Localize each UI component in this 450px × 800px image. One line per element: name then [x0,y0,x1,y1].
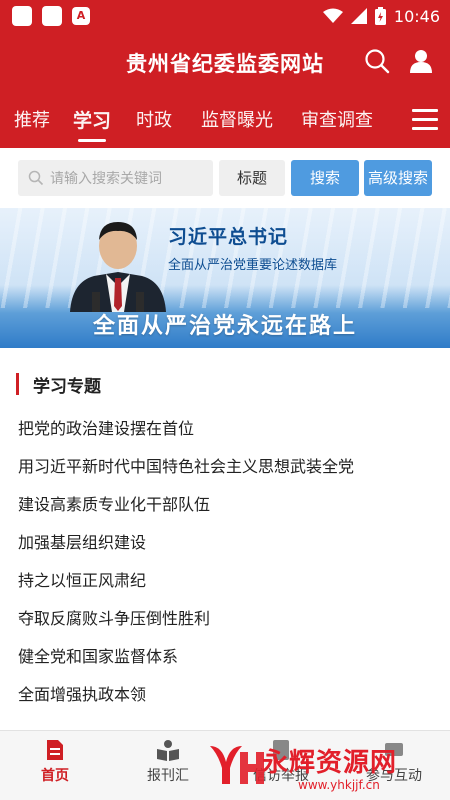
watermark-logo [210,746,264,784]
topic-link[interactable]: 用习近平新时代中国特色社会主义思想武装全党 [18,453,354,477]
nav-label: 报刊汇 [147,768,189,784]
advanced-search-button[interactable]: 高级搜索 [364,160,432,196]
topic-link[interactable]: 健全党和国家监督体系 [18,643,178,667]
watermark-text: 永辉资源网 [262,748,398,778]
watermark-url: www.yhkjjf.cn [298,778,380,792]
user-icon[interactable] [408,48,434,74]
app-header: A 10:46 贵州省纪委监委网站 推荐 学习 时政 监督曝光 审查调查 [0,0,450,148]
site-title: 贵州省纪委监委网站 [126,51,324,76]
home-doc-icon [47,740,63,760]
nav-newspapers[interactable]: 报刊汇 [123,739,213,785]
tab-supervision-exposure[interactable]: 监督曝光 [201,106,273,132]
feature-banner[interactable]: 习近平总书记 全面从严治党重要论述数据库 全面从严治党永远在路上 [0,208,450,348]
signal-icon [350,8,367,24]
tab-study[interactable]: 学习 [73,106,111,133]
status-indicators: 10:46 [322,5,440,27]
clock: 10:46 [393,6,440,26]
menu-icon[interactable] [412,109,438,131]
active-tab-indicator [78,139,106,142]
section-accent-bar [16,373,19,395]
notification-icon [42,6,62,26]
search-icon [28,170,44,186]
topic-link[interactable]: 持之以恒正风肃纪 [18,567,146,591]
notification-icon [12,6,32,26]
section-title: 学习专题 [33,376,101,397]
wifi-icon [322,8,343,23]
banner-subtitle: 全面从严治党重要论述数据库 [168,258,338,273]
tab-investigation[interactable]: 审查调查 [301,106,373,132]
watermark: 永辉资源网 www.yhkjjf.cn [204,742,450,800]
search-bar: 请输入搜索关键词 标题 搜索 高级搜索 [0,148,450,208]
search-scope-select[interactable]: 标题 [219,160,285,196]
banner-slogan: 全面从严治党永远在路上 [92,313,357,339]
topic-link[interactable]: 全面增强执政本领 [18,681,146,705]
section-header: 学习专题 [16,372,101,397]
banner-title: 习近平总书记 [168,226,289,248]
topic-link[interactable]: 把党的政治建设摆在首位 [18,415,194,439]
topic-link[interactable]: 建设高素质专业化干部队伍 [18,491,210,515]
notification-badge: A [72,7,90,25]
topic-link[interactable]: 夺取反腐败斗争压倒性胜利 [18,605,210,629]
battery-icon [374,7,386,25]
tab-recommend[interactable]: 推荐 [14,106,50,132]
book-reader-icon [157,740,179,761]
tab-current-affairs[interactable]: 时政 [136,106,172,132]
topic-link[interactable]: 加强基层组织建设 [18,529,146,553]
search-icon[interactable] [364,48,390,74]
category-tabs: 推荐 学习 时政 监督曝光 审查调查 [0,96,450,148]
search-input[interactable]: 请输入搜索关键词 [18,160,213,196]
search-placeholder: 请输入搜索关键词 [50,171,162,187]
search-button[interactable]: 搜索 [291,160,359,196]
nav-home[interactable]: 首页 [10,739,100,785]
nav-label: 首页 [41,768,69,784]
portrait-image [70,222,166,312]
status-bar: A 10:46 [0,0,450,32]
